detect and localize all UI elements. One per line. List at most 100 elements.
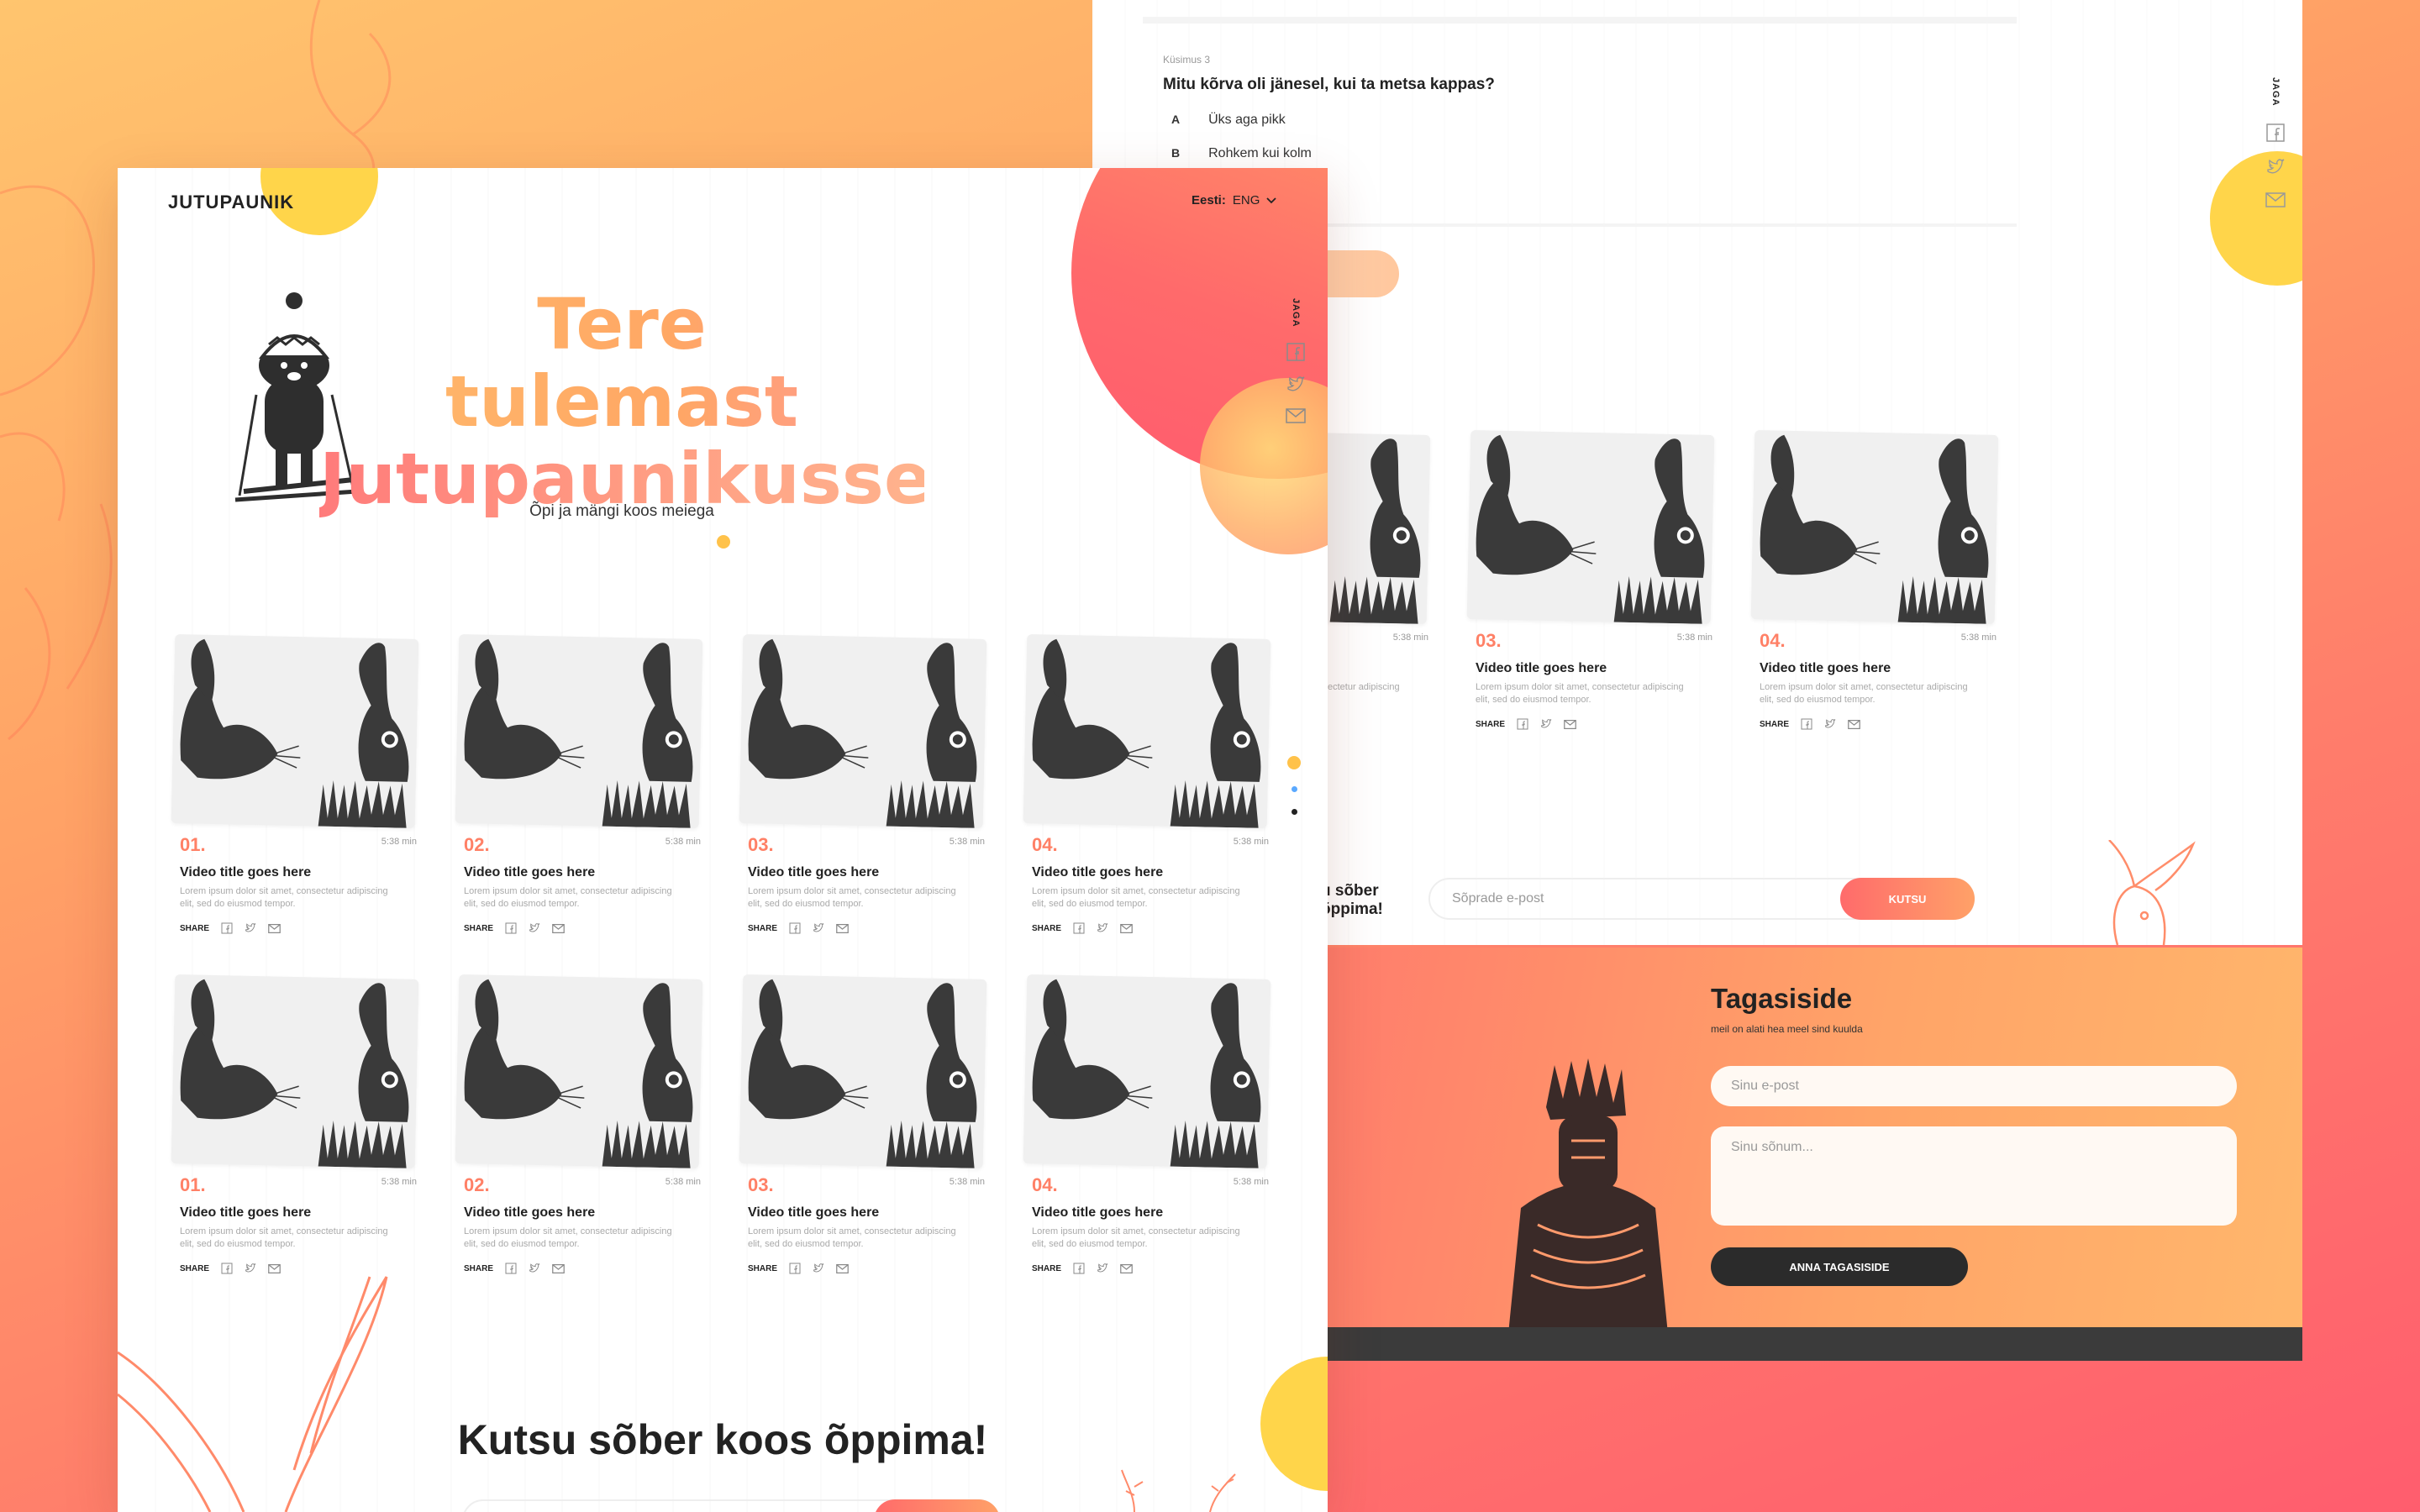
- feedback-message-input[interactable]: Sinu sõnum...: [1711, 1126, 2237, 1226]
- facebook-icon[interactable]: [505, 1263, 517, 1274]
- mail-icon[interactable]: [836, 923, 849, 933]
- facebook-icon[interactable]: [789, 922, 801, 934]
- share-row: SHARE: [748, 1263, 849, 1274]
- video-description: Lorem ipsum dolor sit amet, consectetur …: [1032, 886, 1240, 909]
- video-card[interactable]: 03. 5:38 min Video title goes here Lorem ip…: [1466, 429, 1721, 730]
- share-sidebar: JAGA: [2259, 77, 2292, 207]
- video-title[interactable]: Video title goes here: [748, 865, 879, 880]
- video-title[interactable]: Video title goes here: [180, 1205, 311, 1221]
- video-thumbnail[interactable]: [739, 633, 987, 829]
- option-text: Rohkem kui kolm: [1208, 146, 1312, 160]
- video-title[interactable]: Video title goes here: [1032, 865, 1163, 880]
- twitter-icon[interactable]: [2266, 158, 2285, 176]
- video-card[interactable]: 03. 5:38 min Video title goes here Lorem ip…: [739, 974, 993, 1274]
- share-row: SHARE: [464, 922, 565, 934]
- video-duration: 5:38 min: [1233, 1177, 1269, 1187]
- facebook-icon[interactable]: [2266, 123, 2285, 142]
- twitter-icon[interactable]: [1097, 923, 1108, 933]
- video-description: Lorem ipsum dolor sit amet, consectetur …: [1760, 682, 1968, 705]
- video-thumbnail[interactable]: [1023, 974, 1271, 1169]
- twitter-icon[interactable]: [1286, 375, 1305, 393]
- video-thumbnail[interactable]: [171, 974, 419, 1169]
- video-card[interactable]: 02. 5:38 min Video title goes here Lorem ip…: [455, 633, 709, 934]
- share-label: SHARE: [464, 923, 494, 933]
- carousel-dot[interactable]: [1287, 756, 1301, 769]
- hero-title-line1: Tere tulemast: [370, 286, 874, 440]
- bearded-figure-illustration: [1508, 1058, 1668, 1334]
- mail-icon[interactable]: [1848, 719, 1860, 729]
- twitter-icon[interactable]: [1097, 1263, 1108, 1273]
- share-label: SHARE: [1760, 719, 1790, 729]
- video-duration: 5:38 min: [949, 1177, 985, 1187]
- facebook-icon[interactable]: [1073, 1263, 1085, 1274]
- video-thumbnail[interactable]: [1466, 429, 1715, 625]
- twitter-icon[interactable]: [813, 1263, 824, 1273]
- mail-icon[interactable]: [268, 923, 281, 933]
- facebook-icon[interactable]: [1286, 342, 1305, 361]
- mail-icon[interactable]: [1120, 923, 1133, 933]
- video-number: 01.: [180, 1174, 206, 1195]
- hare-outline-illustration: [118, 1276, 388, 1512]
- twitter-icon[interactable]: [529, 923, 540, 933]
- carousel-dot[interactable]: [1291, 809, 1297, 815]
- video-thumbnail[interactable]: [171, 633, 419, 829]
- video-card[interactable]: 04. 5:38 min Video title goes here Lorem ip…: [1023, 633, 1277, 934]
- video-title[interactable]: Video title goes here: [748, 1205, 879, 1221]
- video-card[interactable]: 04. 5:38 min Video title goes here Lorem ip…: [1750, 429, 2005, 730]
- video-card[interactable]: 03. 5:38 min Video title goes here Lorem ip…: [739, 633, 993, 934]
- carousel-dot[interactable]: [1291, 786, 1297, 792]
- share-label: SHARE: [748, 1263, 778, 1273]
- mail-icon[interactable]: [552, 1263, 565, 1273]
- video-number: 04.: [1032, 1174, 1058, 1195]
- video-description: Lorem ipsum dolor sit amet, consectetur …: [748, 1226, 956, 1249]
- video-card[interactable]: 02. 5:38 min Video title goes here Lorem ip…: [455, 974, 709, 1274]
- video-card[interactable]: 01. 5:38 min Video title goes here Lorem ip…: [171, 633, 425, 934]
- invite-button[interactable]: [874, 1499, 1000, 1512]
- twitter-icon[interactable]: [1824, 719, 1836, 729]
- video-title[interactable]: Video title goes here: [1476, 661, 1607, 676]
- chevron-down-icon: [1266, 197, 1277, 203]
- quiz-option-b[interactable]: B Rohkem kui kolm: [1171, 146, 1312, 161]
- video-title[interactable]: Video title goes here: [1760, 661, 1891, 676]
- site-logo[interactable]: JUTUPAUNIK: [168, 192, 294, 213]
- video-title[interactable]: Video title goes here: [180, 865, 311, 880]
- video-number: 04.: [1760, 630, 1786, 651]
- facebook-icon[interactable]: [505, 922, 517, 934]
- mail-icon[interactable]: [1120, 1263, 1133, 1273]
- mail-icon[interactable]: [1564, 719, 1576, 729]
- video-thumbnail[interactable]: [739, 974, 987, 1169]
- twitter-icon[interactable]: [245, 923, 256, 933]
- video-description: Lorem ipsum dolor sit amet, consectetur …: [748, 886, 956, 909]
- share-sidebar: JAGA: [1279, 298, 1313, 423]
- video-title[interactable]: Video title goes here: [464, 1205, 595, 1221]
- twitter-icon[interactable]: [813, 923, 824, 933]
- twitter-icon[interactable]: [529, 1263, 540, 1273]
- video-card[interactable]: 04. 5:38 min Video title goes here Lorem ip…: [1023, 974, 1277, 1274]
- quiz-option-a[interactable]: A Üks aga pikk: [1171, 113, 1286, 128]
- facebook-icon[interactable]: [1517, 718, 1528, 730]
- facebook-icon[interactable]: [1801, 718, 1812, 730]
- mail-icon[interactable]: [836, 1263, 849, 1273]
- language-switcher[interactable]: Eesti: ENG: [1192, 193, 1277, 207]
- facebook-icon[interactable]: [221, 922, 233, 934]
- facebook-icon[interactable]: [1073, 922, 1085, 934]
- invite-button[interactable]: KUTSU: [1840, 878, 1975, 920]
- video-card[interactable]: 01. 5:38 min Video title goes here Lorem ip…: [171, 974, 425, 1274]
- friend-email-input[interactable]: Sõprade e-post: [1430, 891, 1840, 906]
- feedback-email-input[interactable]: Sinu e-post: [1711, 1066, 2237, 1106]
- video-title[interactable]: Video title goes here: [1032, 1205, 1163, 1221]
- share-row: SHARE: [1032, 1263, 1133, 1274]
- facebook-icon[interactable]: [789, 1263, 801, 1274]
- video-thumbnail[interactable]: [455, 633, 703, 829]
- footer-bar: [1328, 1327, 2302, 1361]
- mail-icon[interactable]: [2265, 192, 2286, 207]
- submit-feedback-button[interactable]: ANNA TAGASISIDE: [1711, 1247, 1968, 1286]
- video-thumbnail[interactable]: [1023, 633, 1271, 829]
- video-thumbnail[interactable]: [455, 974, 703, 1169]
- video-thumbnail[interactable]: [1750, 429, 1999, 625]
- mail-icon[interactable]: [1286, 407, 1306, 423]
- video-title[interactable]: Video title goes here: [464, 865, 595, 880]
- hero-title: Tere tulemast Jutupaunikusse: [319, 286, 932, 517]
- twitter-icon[interactable]: [1540, 719, 1552, 729]
- mail-icon[interactable]: [552, 923, 565, 933]
